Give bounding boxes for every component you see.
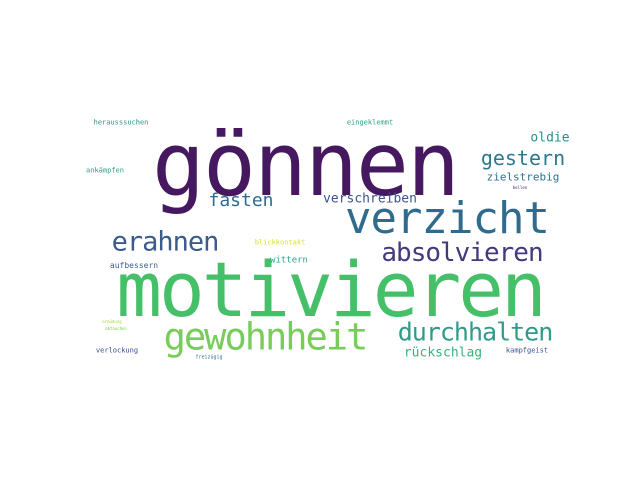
word-wittern: wittern [270, 255, 308, 266]
word-verschreiben: verschreiben [323, 191, 417, 207]
word-ermudung: ermüdung [102, 319, 122, 324]
word-zielstrebig: zielstrebig [486, 170, 560, 184]
word-ruckschlag: rückschlag [403, 345, 483, 361]
word-bellen: bellen [512, 185, 528, 190]
word-blickkontakt: blickkontakt [254, 238, 306, 247]
word-eingeklemmt: eingeklemmt [346, 118, 394, 127]
word-gestern: gestern [480, 146, 566, 170]
word-aufbessern: aufbessern [109, 261, 159, 270]
word-abtauchen: abtauchen [105, 326, 127, 331]
word-durchhalten: durchhalten [397, 317, 554, 347]
word-gewohnheit: gewohnheit [163, 315, 369, 359]
word-cloud: gönnen motivieren verzicht gewohnheit du… [0, 0, 640, 480]
word-erahnen: erahnen [111, 226, 220, 258]
word-freizugig: freizügig [195, 354, 223, 361]
word-absolvieren: absolvieren [381, 238, 543, 268]
word-oldie: oldie [530, 130, 570, 146]
word-kampfgeist: kampfgeist [505, 346, 549, 355]
word-verlockung: verlockung [95, 346, 139, 355]
word-ankampfen: ankämpfen [86, 166, 124, 175]
word-fasten: fasten [208, 190, 274, 211]
word-herausssuchen: herausssuchen [93, 118, 149, 127]
